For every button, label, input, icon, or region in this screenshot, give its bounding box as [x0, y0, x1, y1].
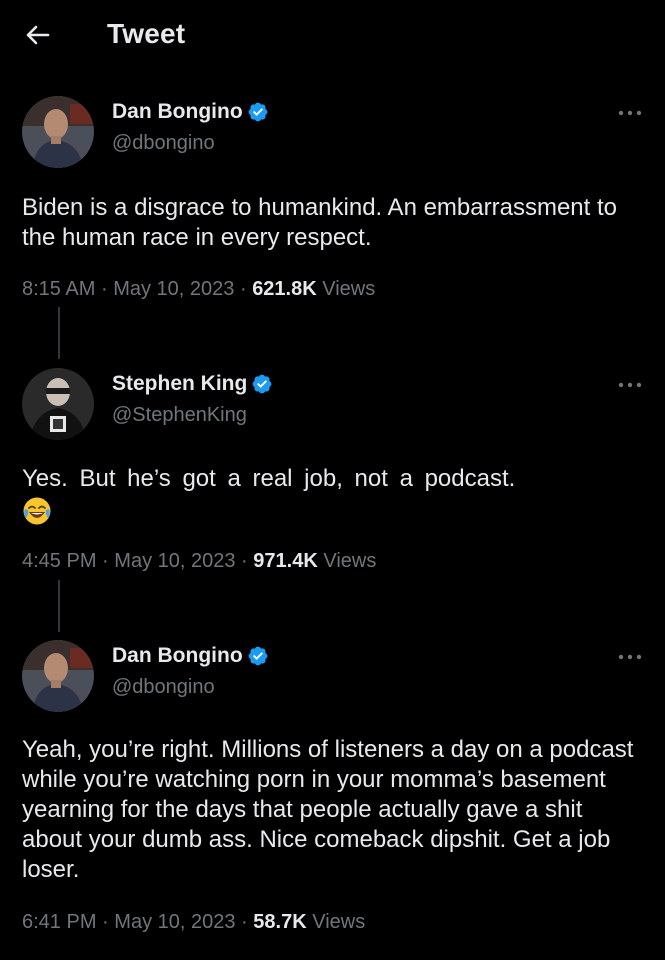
separator: ·: [241, 550, 248, 572]
separator: ·: [241, 911, 248, 933]
author-name[interactable]: Dan Bongino: [112, 644, 269, 668]
tweet-text: Yes. But he’s got a real job, not a podc…: [22, 465, 516, 492]
views-count[interactable]: 971.4K: [253, 550, 318, 572]
tweet-date[interactable]: May 10, 2023: [114, 911, 235, 933]
tweet-date[interactable]: May 10, 2023: [113, 278, 234, 300]
tweet-time[interactable]: 4:45 PM: [22, 550, 96, 572]
more-options-icon[interactable]: [617, 651, 643, 663]
author-handle[interactable]: @StephenKing: [112, 404, 247, 427]
avatar[interactable]: [22, 640, 94, 712]
tweet-meta: 6:41 PM · May 10, 2023 · 58.7K Views: [22, 911, 365, 934]
verified-badge-icon: [251, 373, 273, 395]
more-options-icon[interactable]: [617, 107, 643, 119]
tweet-meta: 8:15 AM · May 10, 2023 · 621.8K Views: [22, 278, 375, 301]
tweet-text: Yeah, you’re right. Millions of listener…: [22, 736, 634, 883]
tweet-time[interactable]: 8:15 AM: [22, 278, 95, 300]
author-handle[interactable]: @dbongino: [112, 132, 215, 155]
author-name-label: Dan Bongino: [112, 644, 243, 667]
tweet-meta: 4:45 PM · May 10, 2023 · 971.4K Views: [22, 550, 376, 573]
views-label: Views: [312, 911, 366, 933]
tweet-body: Yes. But he’s got a real job, not a podc…: [22, 464, 652, 526]
top-bar: Tweet: [0, 0, 665, 76]
views-count[interactable]: 621.8K: [252, 278, 317, 300]
views-count[interactable]: 58.7K: [253, 911, 306, 933]
verified-badge-icon: [247, 101, 269, 123]
author-name[interactable]: Dan Bongino: [112, 100, 269, 124]
author-name[interactable]: Stephen King: [112, 372, 273, 396]
views-label: Views: [322, 278, 376, 300]
separator: ·: [102, 911, 109, 933]
thread-connector: [58, 580, 60, 632]
page-title: Tweet: [107, 18, 186, 49]
author-handle[interactable]: @dbongino: [112, 676, 215, 699]
avatar[interactable]: [22, 368, 94, 440]
avatar[interactable]: [22, 96, 94, 168]
views-label: Views: [323, 550, 377, 572]
author-name-label: Dan Bongino: [112, 100, 243, 123]
separator: ·: [100, 278, 108, 300]
face-with-tears-of-joy-icon: [23, 497, 51, 525]
verified-badge-icon: [247, 645, 269, 667]
tweet-time[interactable]: 6:41 PM: [22, 911, 96, 933]
separator: ·: [102, 550, 109, 572]
tweet-text: Biden is a disgrace to humankind. An emb…: [22, 194, 617, 251]
tweet-date[interactable]: May 10, 2023: [114, 550, 235, 572]
more-options-icon[interactable]: [617, 379, 643, 391]
separator: ·: [239, 278, 247, 300]
author-name-label: Stephen King: [112, 372, 248, 395]
arrow-left-icon[interactable]: [22, 20, 52, 50]
thread-connector: [58, 307, 60, 359]
